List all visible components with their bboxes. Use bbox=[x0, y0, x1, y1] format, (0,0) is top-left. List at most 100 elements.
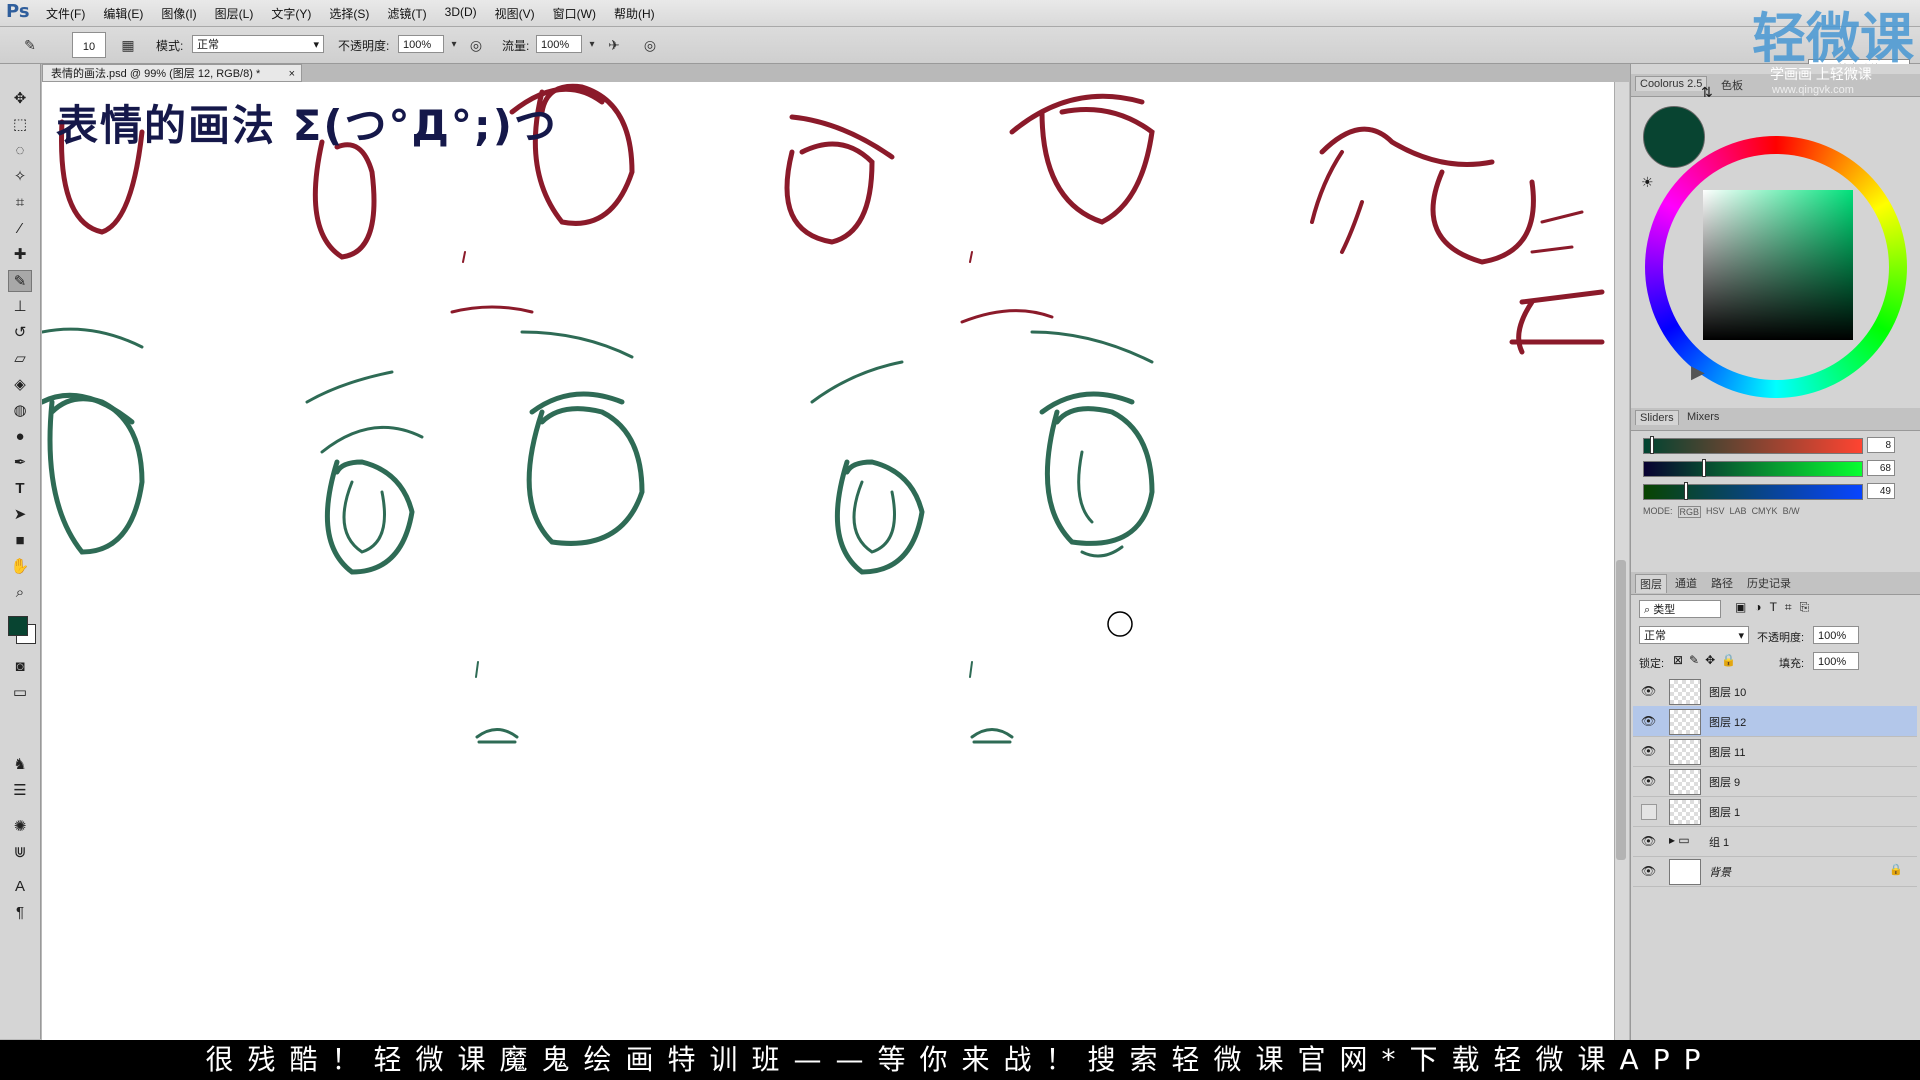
layer-row[interactable]: 👁 图层 10 bbox=[1633, 676, 1917, 707]
eraser-tool-icon[interactable]: ▱ bbox=[8, 348, 32, 370]
slider-red-value[interactable]: 8 bbox=[1867, 437, 1895, 453]
pressure-opacity-icon[interactable]: ◎ bbox=[466, 35, 486, 55]
close-icon[interactable]: × bbox=[289, 65, 295, 83]
quick-mask-icon[interactable]: ◙ bbox=[8, 656, 32, 678]
lasso-tool-icon[interactable]: ◌ bbox=[8, 140, 32, 162]
brush-tool-icon[interactable]: ✎ bbox=[8, 270, 32, 292]
color-wheel[interactable] bbox=[1645, 136, 1907, 398]
canvas[interactable]: 表情的画法 Σ(つ°Д°;)つ bbox=[42, 82, 1614, 1040]
mode-bw[interactable]: B/W bbox=[1783, 506, 1800, 518]
eyedropper-tool-icon[interactable]: ⁄ bbox=[8, 218, 32, 240]
adjustments-panel-icon[interactable]: ☰ bbox=[8, 780, 32, 802]
current-color-swatch[interactable] bbox=[1643, 106, 1705, 168]
slider-blue-thumb[interactable] bbox=[1684, 482, 1689, 500]
mode-cmyk[interactable]: CMYK bbox=[1752, 506, 1778, 518]
menu-type[interactable]: 文字(Y) bbox=[271, 5, 311, 22]
screen-mode-icon[interactable]: ▭ bbox=[8, 682, 32, 704]
visibility-eye-icon[interactable]: 👁 bbox=[1641, 684, 1656, 698]
history-brush-tool-icon[interactable]: ↺ bbox=[8, 322, 32, 344]
brush-settings-icon[interactable]: ✺ bbox=[8, 816, 32, 838]
tab-swatches[interactable]: 色板 bbox=[1721, 77, 1743, 93]
opacity-dropdown-icon[interactable]: ▾ bbox=[444, 35, 464, 55]
visibility-eye-icon[interactable]: 👁 bbox=[1641, 864, 1656, 878]
layer-blend-select[interactable]: 正常 ▾ bbox=[1639, 626, 1749, 644]
slider-red[interactable] bbox=[1643, 438, 1863, 454]
magic-wand-tool-icon[interactable]: ✧ bbox=[8, 166, 32, 188]
tab-history[interactable]: 历史记录 bbox=[1747, 575, 1791, 591]
folder-icon[interactable]: ▸ ▭ bbox=[1669, 833, 1690, 847]
menu-layer[interactable]: 图层(L) bbox=[215, 5, 254, 22]
clone-stamp-tool-icon[interactable]: ⊥ bbox=[8, 296, 32, 318]
tab-paths[interactable]: 路径 bbox=[1711, 575, 1733, 591]
layer-filter-select[interactable]: ⌕ 类型 bbox=[1639, 600, 1721, 618]
tab-sliders[interactable]: Sliders bbox=[1635, 410, 1679, 425]
mode-lab[interactable]: LAB bbox=[1730, 506, 1747, 518]
paint-bucket-tool-icon[interactable]: ◈ bbox=[8, 374, 32, 396]
airbrush-icon[interactable]: ✈ bbox=[604, 35, 624, 55]
slider-green-value[interactable]: 68 bbox=[1867, 460, 1895, 476]
path-selection-tool-icon[interactable]: ➤ bbox=[8, 504, 32, 526]
character-panel-icon[interactable]: A bbox=[8, 876, 32, 898]
blur-tool-icon[interactable]: ◍ bbox=[8, 400, 32, 422]
document-tab[interactable]: 表情的画法.psd @ 99% (图层 12, RGB/8) * × bbox=[42, 64, 302, 82]
menu-filter[interactable]: 滤镜(T) bbox=[387, 5, 426, 22]
move-tool-icon[interactable]: ✥ bbox=[8, 88, 32, 110]
layer-row[interactable]: 👁 ▸ ▭ 组 1 bbox=[1633, 826, 1917, 857]
marquee-tool-icon[interactable]: ⬚ bbox=[8, 114, 32, 136]
hand-tool-icon[interactable]: ✋ bbox=[8, 556, 32, 578]
menu-edit[interactable]: 编辑(E) bbox=[103, 5, 143, 22]
slider-green[interactable] bbox=[1643, 461, 1863, 477]
layer-opacity-input[interactable]: 100% bbox=[1813, 626, 1859, 644]
fill-input[interactable]: 100% bbox=[1813, 652, 1859, 670]
visibility-eye-icon[interactable]: 👁 bbox=[1641, 774, 1656, 788]
swap-colors-icon[interactable]: ⇅ bbox=[1701, 84, 1713, 101]
brush-panel-toggle-icon[interactable]: ▦ bbox=[118, 35, 138, 55]
flow-input[interactable]: 100% bbox=[536, 35, 582, 53]
visibility-eye-icon[interactable] bbox=[1641, 804, 1657, 820]
menu-file[interactable]: 文件(F) bbox=[46, 5, 85, 22]
layer-row[interactable]: 图层 1 bbox=[1633, 796, 1917, 827]
sun-icon[interactable]: ☀ bbox=[1641, 174, 1654, 191]
zoom-tool-icon[interactable]: ⌕ bbox=[8, 582, 32, 604]
slider-blue[interactable] bbox=[1643, 484, 1863, 500]
brush-tool-preset-icon[interactable]: ✎ bbox=[20, 35, 40, 55]
layer-row[interactable]: 👁 背景 🔒 bbox=[1633, 856, 1917, 887]
flow-dropdown-icon[interactable]: ▾ bbox=[582, 35, 602, 55]
brush-size-picker[interactable]: 10 bbox=[72, 32, 106, 58]
mode-rgb[interactable]: RGB bbox=[1677, 506, 1702, 518]
menu-window[interactable]: 窗口(W) bbox=[553, 5, 596, 22]
tab-coolorus[interactable]: Coolorus 2.5 bbox=[1635, 76, 1708, 91]
tab-layers[interactable]: 图层 bbox=[1635, 574, 1667, 593]
rectangle-tool-icon[interactable]: ■ bbox=[8, 530, 32, 552]
type-tool-icon[interactable]: T bbox=[8, 478, 32, 500]
play-icon[interactable]: ▶ bbox=[1691, 362, 1705, 383]
crop-tool-icon[interactable]: ⌗ bbox=[8, 192, 32, 214]
menu-view[interactable]: 视图(V) bbox=[495, 5, 535, 22]
menu-help[interactable]: 帮助(H) bbox=[614, 5, 655, 22]
slider-green-thumb[interactable] bbox=[1701, 459, 1706, 477]
layer-row[interactable]: 👁 图层 11 bbox=[1633, 736, 1917, 767]
layer-filter-icons[interactable]: ▣◑T⌗⎘ bbox=[1735, 600, 1817, 615]
pen-tool-icon[interactable]: ✒ bbox=[8, 452, 32, 474]
menu-3d[interactable]: 3D(D) bbox=[445, 5, 477, 22]
pressure-size-icon[interactable]: ◎ bbox=[640, 35, 660, 55]
menu-select[interactable]: 选择(S) bbox=[329, 5, 369, 22]
brush-preset-panel-icon[interactable]: ♞ bbox=[8, 754, 32, 776]
saturation-value-square[interactable] bbox=[1703, 190, 1853, 340]
healing-brush-tool-icon[interactable]: ✚ bbox=[8, 244, 32, 266]
scrollbar-thumb[interactable] bbox=[1616, 560, 1626, 860]
opacity-input[interactable]: 100% bbox=[398, 35, 444, 53]
menu-image[interactable]: 图像(I) bbox=[161, 5, 196, 22]
mode-select[interactable]: 正常 ▾ bbox=[192, 35, 324, 53]
visibility-eye-icon[interactable]: 👁 bbox=[1641, 744, 1656, 758]
mode-hsv[interactable]: HSV bbox=[1706, 506, 1725, 518]
layer-row[interactable]: 👁 图层 12 bbox=[1633, 706, 1917, 737]
dodge-tool-icon[interactable]: ● bbox=[8, 426, 32, 448]
lock-icons[interactable]: ⊠✎✥🔒 bbox=[1673, 653, 1742, 667]
foreground-color-swatch[interactable] bbox=[8, 616, 28, 636]
visibility-eye-icon[interactable]: 👁 bbox=[1641, 834, 1656, 848]
slider-red-thumb[interactable] bbox=[1649, 436, 1654, 454]
tab-mixers[interactable]: Mixers bbox=[1687, 411, 1719, 423]
clone-source-icon[interactable]: ⋓ bbox=[8, 842, 32, 864]
layer-row[interactable]: 👁 图层 9 bbox=[1633, 766, 1917, 797]
